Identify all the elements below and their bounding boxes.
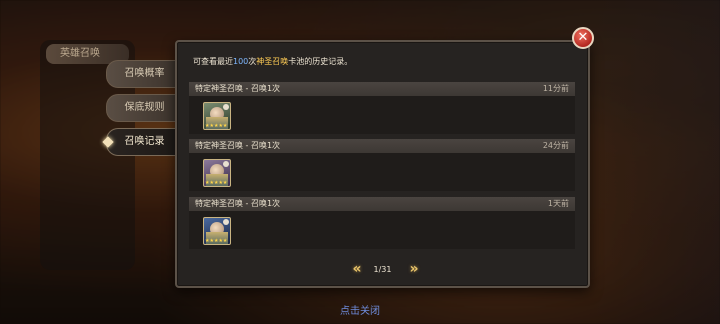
- record-header: 特定神圣召唤 - 召唤1次 1天前: [189, 197, 575, 211]
- record-time: 11分前: [542, 84, 569, 93]
- close-icon: ✕: [577, 30, 589, 45]
- background-right-panel: [590, 0, 720, 324]
- history-record: 特定神圣召唤 - 召唤1次 1天前 ★★★★★: [189, 197, 575, 249]
- tab-label: 召唤记录: [124, 136, 165, 147]
- star-rating: ★★★★★: [205, 180, 228, 186]
- summon-history-panel: 可查看最近100次神圣召唤卡池的历史记录。 特定神圣召唤 - 召唤1次 11分前…: [175, 40, 590, 288]
- desc-prefix: 可查看最近: [193, 57, 233, 66]
- record-body: ★★★★★: [189, 153, 575, 191]
- desc-pool-name: 神圣召唤: [256, 57, 289, 66]
- history-record: 特定神圣召唤 - 召唤1次 11分前 ★★★★★: [189, 82, 575, 134]
- hero-card-icon[interactable]: ★★★★★: [203, 102, 231, 130]
- element-badge-icon: [223, 104, 229, 110]
- history-record: 特定神圣召唤 - 召唤1次 24分前 ★★★★★: [189, 139, 575, 191]
- next-page-icon[interactable]: »: [409, 261, 418, 277]
- close-button[interactable]: ✕: [572, 27, 594, 49]
- prev-page-icon[interactable]: «: [352, 261, 361, 277]
- element-badge-icon: [223, 161, 229, 167]
- record-time: 1天前: [547, 199, 569, 208]
- record-body: ★★★★★: [189, 96, 575, 134]
- record-header: 特定神圣召唤 - 召唤1次 11分前: [189, 82, 575, 96]
- record-title: 特定神圣召唤 - 召唤1次: [195, 141, 281, 150]
- record-time: 24分前: [542, 141, 569, 150]
- record-title: 特定神圣召唤 - 召唤1次: [195, 84, 281, 93]
- desc-count: 100: [233, 57, 249, 66]
- record-header: 特定神圣召唤 - 召唤1次 24分前: [189, 139, 575, 153]
- element-badge-icon: [223, 219, 229, 225]
- tab-summon-history[interactable]: 召唤记录: [102, 128, 178, 156]
- star-rating: ★★★★★: [205, 123, 228, 129]
- tab-summon-rates[interactable]: 召唤概率: [106, 60, 178, 88]
- desc-suffix: 卡池的历史记录。: [288, 57, 353, 66]
- tap-to-close-label[interactable]: 点击关闭: [0, 302, 720, 317]
- tab-pity-rules[interactable]: 保底规则: [106, 94, 178, 122]
- pagination: « 1/31 »: [177, 260, 588, 278]
- tab-label: 保底规则: [124, 102, 165, 113]
- record-body: ★★★★★: [189, 211, 575, 249]
- record-title: 特定神圣召唤 - 召唤1次: [195, 199, 281, 208]
- page-indicator: 1/31: [373, 264, 392, 274]
- hero-card-icon[interactable]: ★★★★★: [203, 159, 231, 187]
- hero-card-icon[interactable]: ★★★★★: [203, 217, 231, 245]
- tab-list: 召唤概率 保底规则 召唤记录: [102, 60, 178, 162]
- tab-label: 召唤概率: [124, 68, 165, 79]
- history-description: 可查看最近100次神圣召唤卡池的历史记录。: [193, 56, 352, 67]
- star-rating: ★★★★★: [205, 238, 228, 244]
